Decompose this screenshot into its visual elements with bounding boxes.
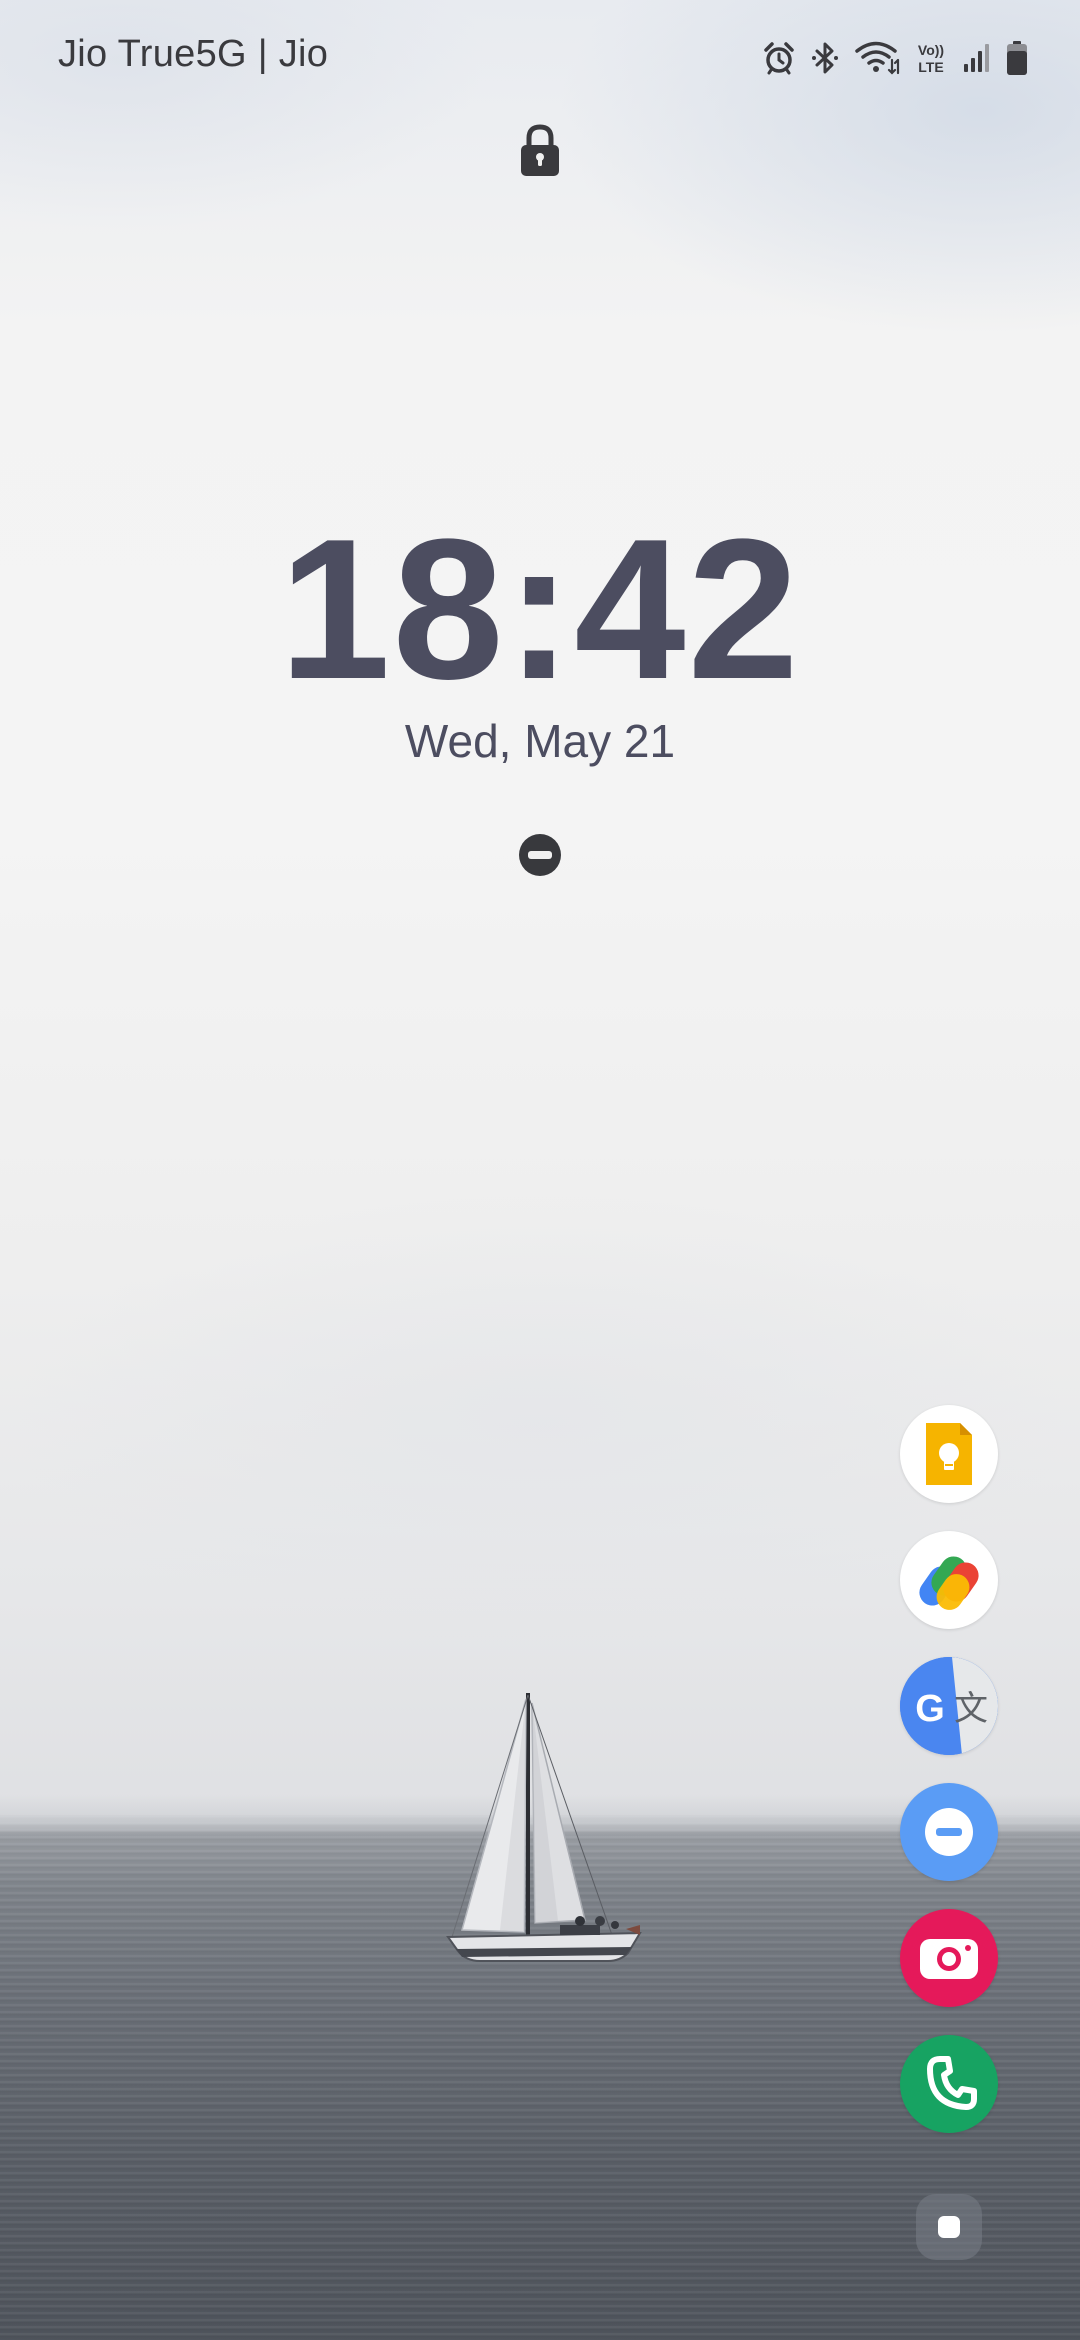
do-not-disturb-icon: [519, 834, 561, 876]
carrier-label: Jio True5G | Jio: [58, 33, 329, 75]
sailboat-image: [446, 1693, 642, 1962]
google-pay-icon: [919, 1556, 979, 1610]
lock-screen-clock: 18:42: [279, 498, 801, 721]
wifi-icon: [854, 40, 900, 76]
phone-button[interactable]: [900, 2035, 998, 2133]
lock-screen-date: Wed, May 21: [404, 715, 676, 767]
status-icons: Vo)) LTE: [762, 38, 1028, 78]
camera-icon: [920, 1939, 978, 1979]
keep-notes-button[interactable]: [900, 1405, 998, 1503]
phone-icon: [927, 2056, 977, 2110]
volte-label-bottom: LTE: [918, 59, 943, 75]
translate-wen-glyph: 文: [954, 1689, 988, 1729]
signal-icon: [962, 42, 992, 74]
translate-icon: G 文: [900, 1657, 998, 1755]
status-bar[interactable]: Jio True5G | Jio Vo)) LTE: [0, 0, 1080, 120]
google-translate-button[interactable]: G 文: [900, 1657, 998, 1755]
volte-label-top: Vo)): [918, 42, 944, 58]
translate-g-glyph: G: [915, 1688, 945, 1730]
volte-icon: Vo)) LTE: [914, 40, 948, 76]
keep-notes-icon: [926, 1423, 972, 1485]
lock-icon[interactable]: [519, 124, 561, 178]
google-pay-button[interactable]: [900, 1531, 998, 1629]
bluetooth-icon: [810, 41, 840, 75]
alarm-icon: [762, 41, 796, 75]
battery-icon: [1006, 40, 1028, 76]
do-not-disturb-button[interactable]: [900, 1783, 998, 1881]
edge-panel-handle-icon[interactable]: [916, 2194, 982, 2260]
edge-handle-dot: [938, 2216, 960, 2238]
camera-button[interactable]: [900, 1909, 998, 2007]
dnd-toggle-icon: [925, 1808, 973, 1856]
